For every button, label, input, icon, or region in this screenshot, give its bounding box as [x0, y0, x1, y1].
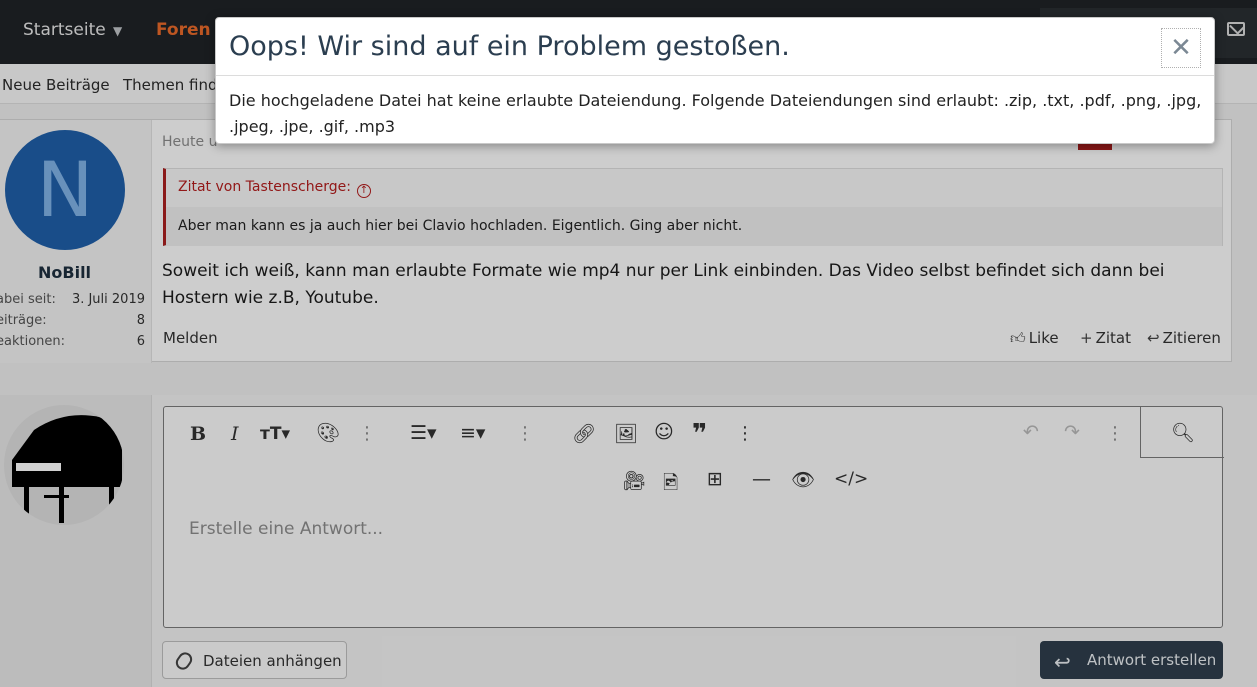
error-dialog-message: Die hochgeladene Datei hat keine erlaubt… — [229, 91, 1202, 136]
close-icon[interactable]: ✕ — [1161, 28, 1201, 68]
error-dialog: Oops! Wir sind auf ein Problem gestoßen.… — [215, 17, 1215, 144]
error-dialog-header: Oops! Wir sind auf ein Problem gestoßen.… — [216, 18, 1214, 76]
error-dialog-title: Oops! Wir sind auf ein Problem gestoßen. — [229, 31, 790, 62]
